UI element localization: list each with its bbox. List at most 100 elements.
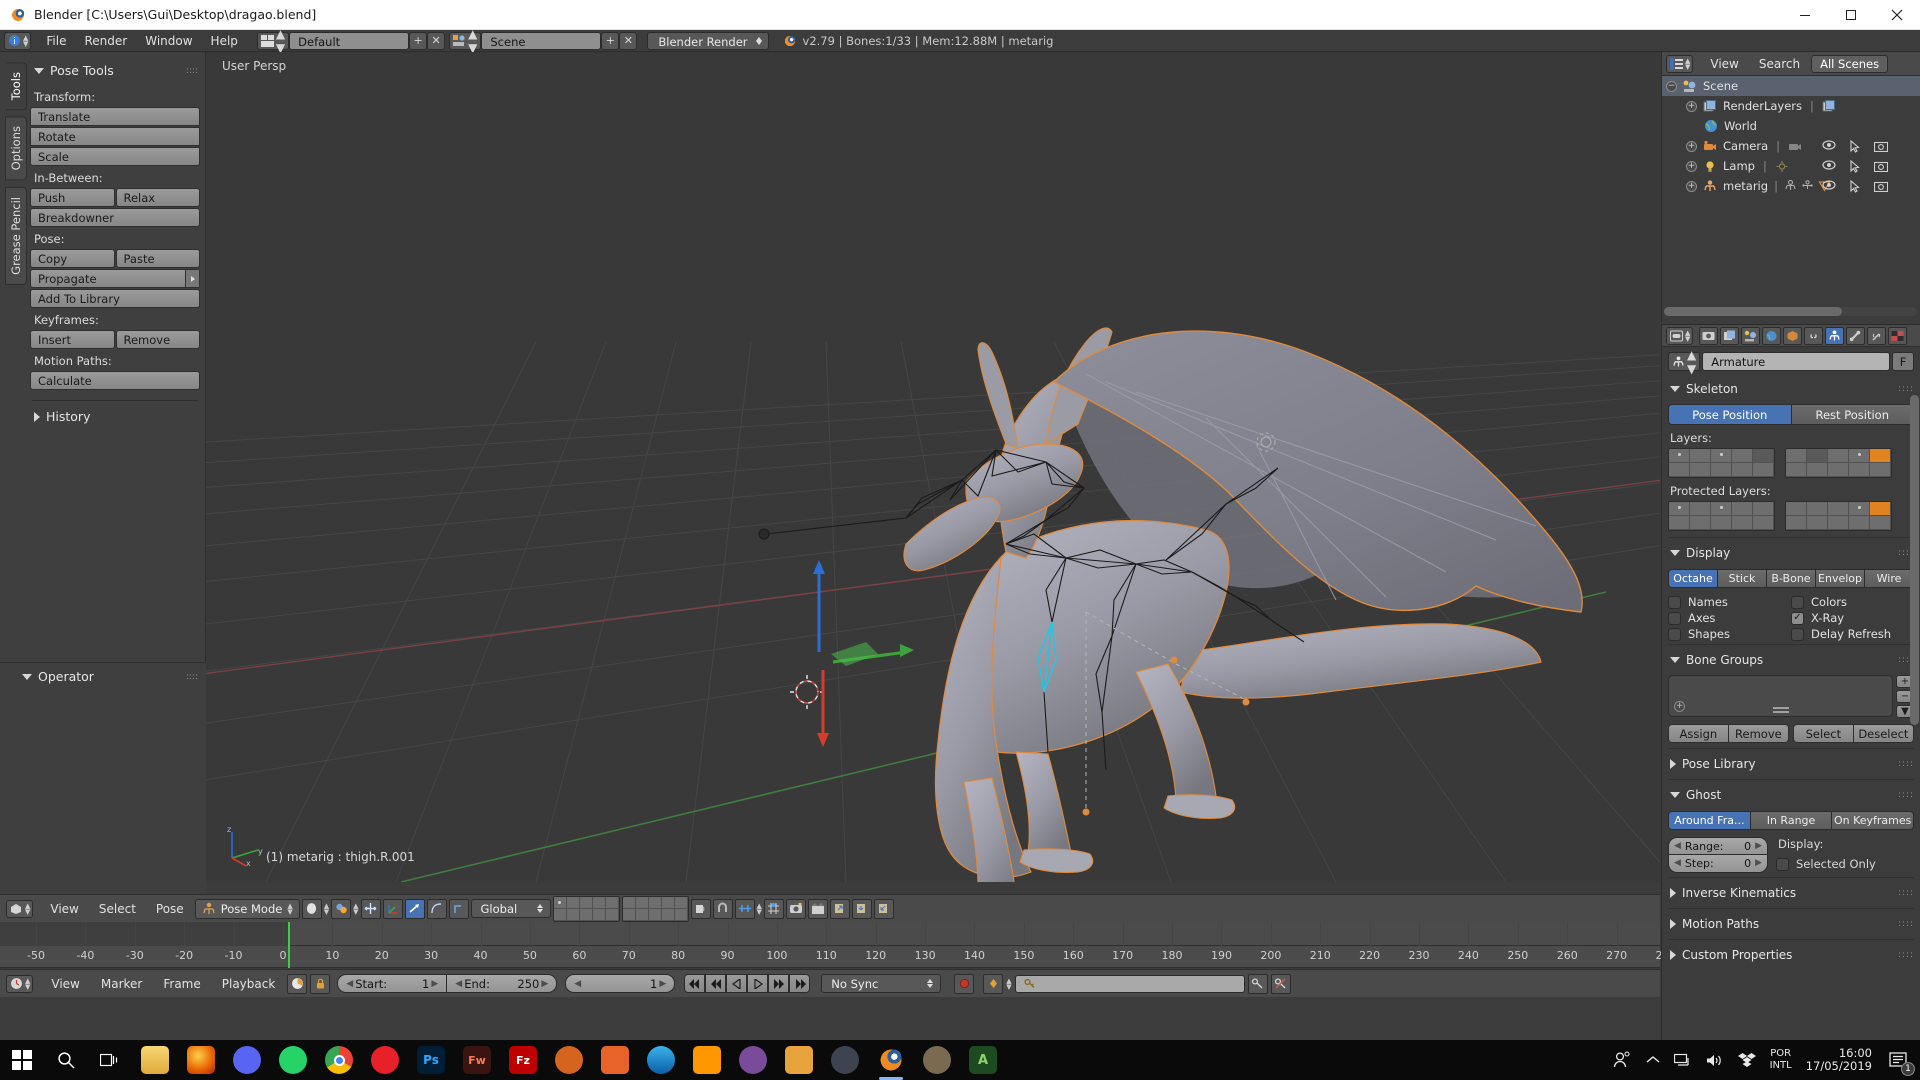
insert-keyframe-button[interactable]: Insert	[30, 330, 115, 349]
cursor-select-icon[interactable]	[1850, 139, 1860, 153]
outliner-row-camera[interactable]: + Camera |	[1662, 136, 1920, 156]
protected-grid-left[interactable]	[1668, 501, 1775, 531]
section-header-pose-library[interactable]: Pose Library ::::	[1668, 752, 1914, 776]
armature-name-field[interactable]: Armature	[1702, 352, 1890, 371]
keyingset-field[interactable]	[1014, 974, 1245, 993]
timeline-menu-marker[interactable]: Marker	[92, 974, 151, 994]
outliner-menu-view[interactable]: View	[1701, 54, 1747, 74]
texture-tab[interactable]	[1888, 326, 1908, 345]
viewport-menu-view[interactable]: View	[41, 899, 87, 919]
record-autokey-icon[interactable]	[287, 973, 308, 994]
timeline-scrub-area[interactable]	[0, 922, 1667, 946]
checkbox-names[interactable]: Names	[1668, 595, 1791, 609]
expand-icon[interactable]: +	[1686, 100, 1697, 112]
remove-keyframe-button[interactable]: Remove	[115, 330, 200, 349]
transform-orientation-select[interactable]: Global	[470, 899, 551, 918]
taskbar-app-firefox[interactable]	[178, 1040, 224, 1080]
eye-icon[interactable]	[1822, 179, 1836, 193]
clock[interactable]: 16:00 17/05/2019	[1806, 1047, 1872, 1073]
deselect-group-button[interactable]: Deselect	[1853, 724, 1914, 743]
renderlayer-data-icon[interactable]	[1822, 99, 1836, 113]
checkbox-delay-refresh[interactable]: Delay Refresh	[1791, 627, 1914, 641]
timeline-playhead[interactable]	[287, 922, 290, 968]
taskbar-app-file-explorer[interactable]	[132, 1040, 178, 1080]
outliner-row-renderlayers[interactable]: + RenderLayers |	[1662, 96, 1920, 116]
eye-icon[interactable]	[1822, 139, 1836, 153]
scale-button[interactable]: Scale	[30, 147, 200, 166]
paste-pose-icon[interactable]	[851, 898, 872, 919]
cursor-select-icon[interactable]	[1850, 179, 1860, 193]
timeline-editor-icon[interactable]: ▲ ▼	[6, 974, 34, 993]
display-envelope-button[interactable]: Envelop	[1816, 569, 1865, 588]
taskbar-app-substance[interactable]	[546, 1040, 592, 1080]
translate-button[interactable]: Translate	[30, 107, 200, 126]
menu-help[interactable]: Help	[202, 31, 247, 51]
manipulator-translate-icon[interactable]	[382, 898, 403, 919]
windows-start-icon[interactable]	[0, 1040, 44, 1080]
scene-tab[interactable]	[1741, 326, 1761, 345]
screen-remove-button[interactable]: ✕	[427, 31, 446, 50]
bone-tab[interactable]	[1846, 326, 1866, 345]
taskbar-app-fireworks[interactable]: Fw	[454, 1040, 500, 1080]
end-frame-field[interactable]: ◀ End: 250 ▶	[447, 974, 558, 993]
jump-start-icon[interactable]	[684, 974, 706, 993]
properties-editor-icon[interactable]: ▲ ▼	[1666, 326, 1694, 345]
show-hidden-icons-icon[interactable]	[1646, 1055, 1660, 1065]
select-group-button[interactable]: Select	[1793, 724, 1854, 743]
fake-user-button[interactable]: F	[1892, 352, 1914, 371]
breakdowner-button[interactable]: Breakdowner	[30, 208, 200, 227]
rest-position-button[interactable]: Rest Position	[1791, 404, 1914, 425]
tab-grease-pencil[interactable]: Grease Pencil	[5, 186, 27, 285]
scene-name[interactable]: Scene	[481, 31, 602, 50]
ghost-range-field[interactable]: ◀ Range: 0 ▶	[1668, 837, 1768, 855]
dropbox-icon[interactable]	[1737, 1052, 1756, 1068]
3d-viewport-canvas[interactable]: User Persp (1) metarig : thigh.R.001 z y…	[206, 52, 1660, 882]
assign-button[interactable]: Assign	[1668, 724, 1729, 743]
render-animation-icon[interactable]	[807, 898, 828, 919]
task-view-icon[interactable]	[88, 1040, 132, 1080]
taskbar-app-opera[interactable]	[362, 1040, 408, 1080]
object-tab[interactable]	[1783, 326, 1803, 345]
taskbar-app-notepad[interactable]: A	[960, 1040, 1006, 1080]
maximize-icon[interactable]	[1828, 0, 1874, 30]
taskbar-app-chrome[interactable]	[316, 1040, 362, 1080]
close-icon[interactable]	[1874, 0, 1920, 30]
checkbox-xray[interactable]: X-Ray	[1791, 611, 1914, 625]
checkbox-axes[interactable]: Axes	[1668, 611, 1791, 625]
camera-data-icon[interactable]	[1788, 140, 1802, 153]
expand-icon[interactable]: +	[1686, 180, 1697, 192]
screen-layout-name[interactable]: Default	[289, 31, 410, 50]
ghost-step-field[interactable]: ◀ Step: 0 ▶	[1668, 855, 1768, 873]
step-back-icon[interactable]	[705, 974, 727, 993]
manipulator-scale-icon[interactable]	[426, 898, 447, 919]
checkbox-shapes[interactable]: Shapes	[1668, 627, 1791, 641]
outliner-menu-search[interactable]: Search	[1750, 54, 1809, 74]
copy-pose-button[interactable]: Copy	[30, 249, 115, 268]
armature-layers-icon[interactable]	[552, 895, 620, 922]
viewport-menu-select[interactable]: Select	[90, 899, 145, 919]
notification-icon[interactable]: 1	[1886, 1047, 1915, 1076]
bone-constraint-tab[interactable]	[1867, 326, 1887, 345]
chevron-right-icon[interactable]	[185, 270, 199, 287]
pivot-median-icon[interactable]	[331, 898, 352, 919]
expand-icon[interactable]: +	[1686, 160, 1697, 172]
add-to-library-button[interactable]: Add To Library	[30, 289, 200, 308]
taskbar-app-krita[interactable]	[730, 1040, 776, 1080]
section-header-inverse-kinematics[interactable]: Inverse Kinematics ::::	[1668, 881, 1914, 905]
current-frame-field[interactable]: ◀ 1 ▶	[565, 974, 676, 993]
cursor-select-icon[interactable]	[1850, 159, 1860, 173]
lock-icon[interactable]	[310, 973, 331, 994]
solid-shading-icon[interactable]	[301, 898, 322, 919]
display-octahedral-button[interactable]: Octahe	[1668, 569, 1718, 588]
properties-scrollbar[interactable]	[1910, 395, 1919, 725]
rotate-button[interactable]: Rotate	[30, 127, 200, 146]
taskbar-app-gimp[interactable]	[914, 1040, 960, 1080]
collapse-icon[interactable]: −	[1666, 80, 1677, 92]
protected-grid-right[interactable]	[1785, 501, 1892, 531]
push-button[interactable]: Push	[30, 188, 115, 207]
snap-magnet-icon[interactable]	[712, 898, 733, 919]
lock-object-icon[interactable]	[690, 898, 711, 919]
camera-render-icon[interactable]	[1874, 160, 1888, 173]
screen-layout-icon[interactable]: ▲ ▼	[256, 27, 290, 55]
checkbox-colors[interactable]: Colors	[1791, 595, 1914, 609]
